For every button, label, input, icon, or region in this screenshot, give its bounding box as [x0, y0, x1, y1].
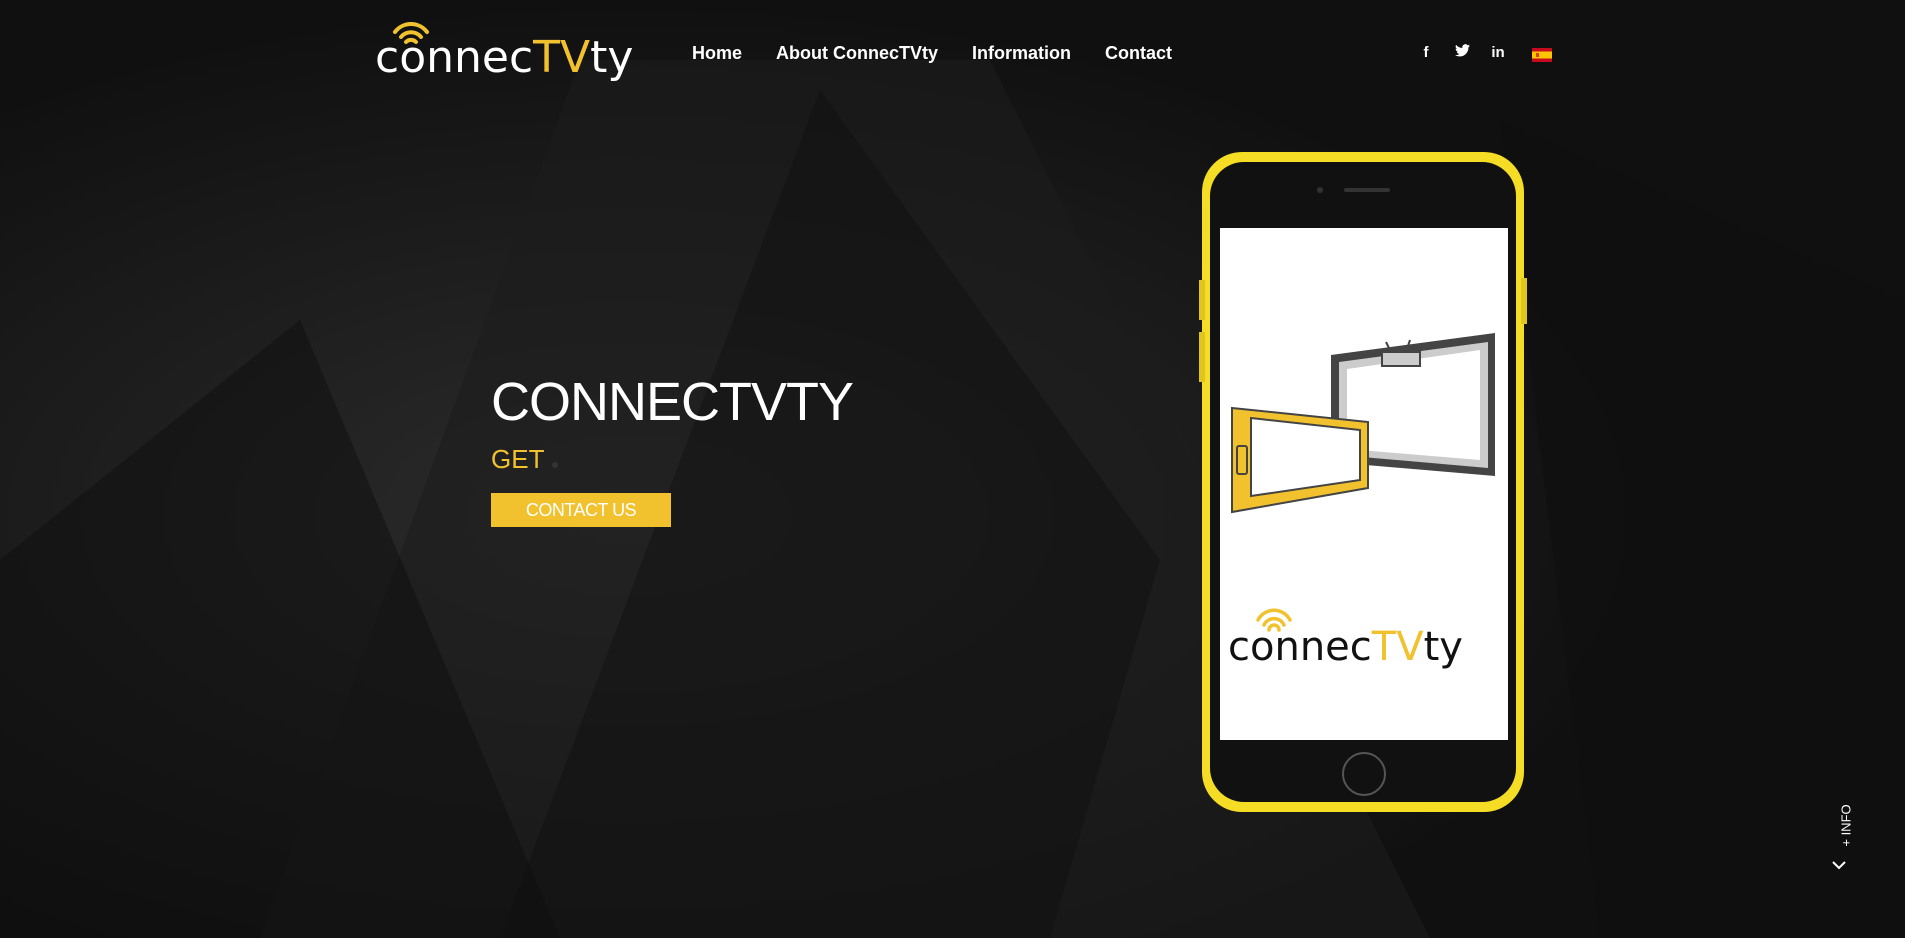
hero-subtitle: GET [491, 444, 853, 475]
info-label: + INFO [1838, 804, 1854, 847]
hero-section: CONNECTVTY GET CONTACT US [491, 372, 854, 527]
social-links: f in [1408, 44, 1560, 62]
background [0, 0, 1905, 938]
nav-contact[interactable]: Contact [1105, 43, 1172, 64]
main-nav: Home About ConnecTVty Information Contac… [692, 43, 1206, 64]
contact-us-button[interactable]: CONTACT US [491, 493, 671, 527]
brand-logo[interactable]: connecTVty [375, 14, 633, 83]
linkedin-icon[interactable]: in [1480, 44, 1516, 61]
phone-wordmark: connecTVty [1228, 624, 1463, 670]
info-scroll-link[interactable]: + INFO [1826, 800, 1856, 880]
hero-title: CONNECTVTY [491, 372, 854, 432]
typing-dot [552, 461, 559, 468]
twitter-icon[interactable] [1444, 44, 1480, 61]
hero-subtitle-text: GET [491, 444, 545, 474]
brand-wordmark: connecTVty [375, 32, 634, 83]
chevron-down-icon [1832, 861, 1846, 870]
nav-information[interactable]: Information [972, 43, 1071, 64]
spain-flag-icon[interactable] [1524, 47, 1560, 62]
phone-mockup-image: connecTVty [1196, 150, 1530, 820]
facebook-icon[interactable]: f [1408, 44, 1444, 61]
site-header: connecTVty Home About ConnecTVty Informa… [0, 0, 1905, 110]
nav-about[interactable]: About ConnecTVty [776, 43, 938, 64]
nav-home[interactable]: Home [692, 43, 742, 64]
